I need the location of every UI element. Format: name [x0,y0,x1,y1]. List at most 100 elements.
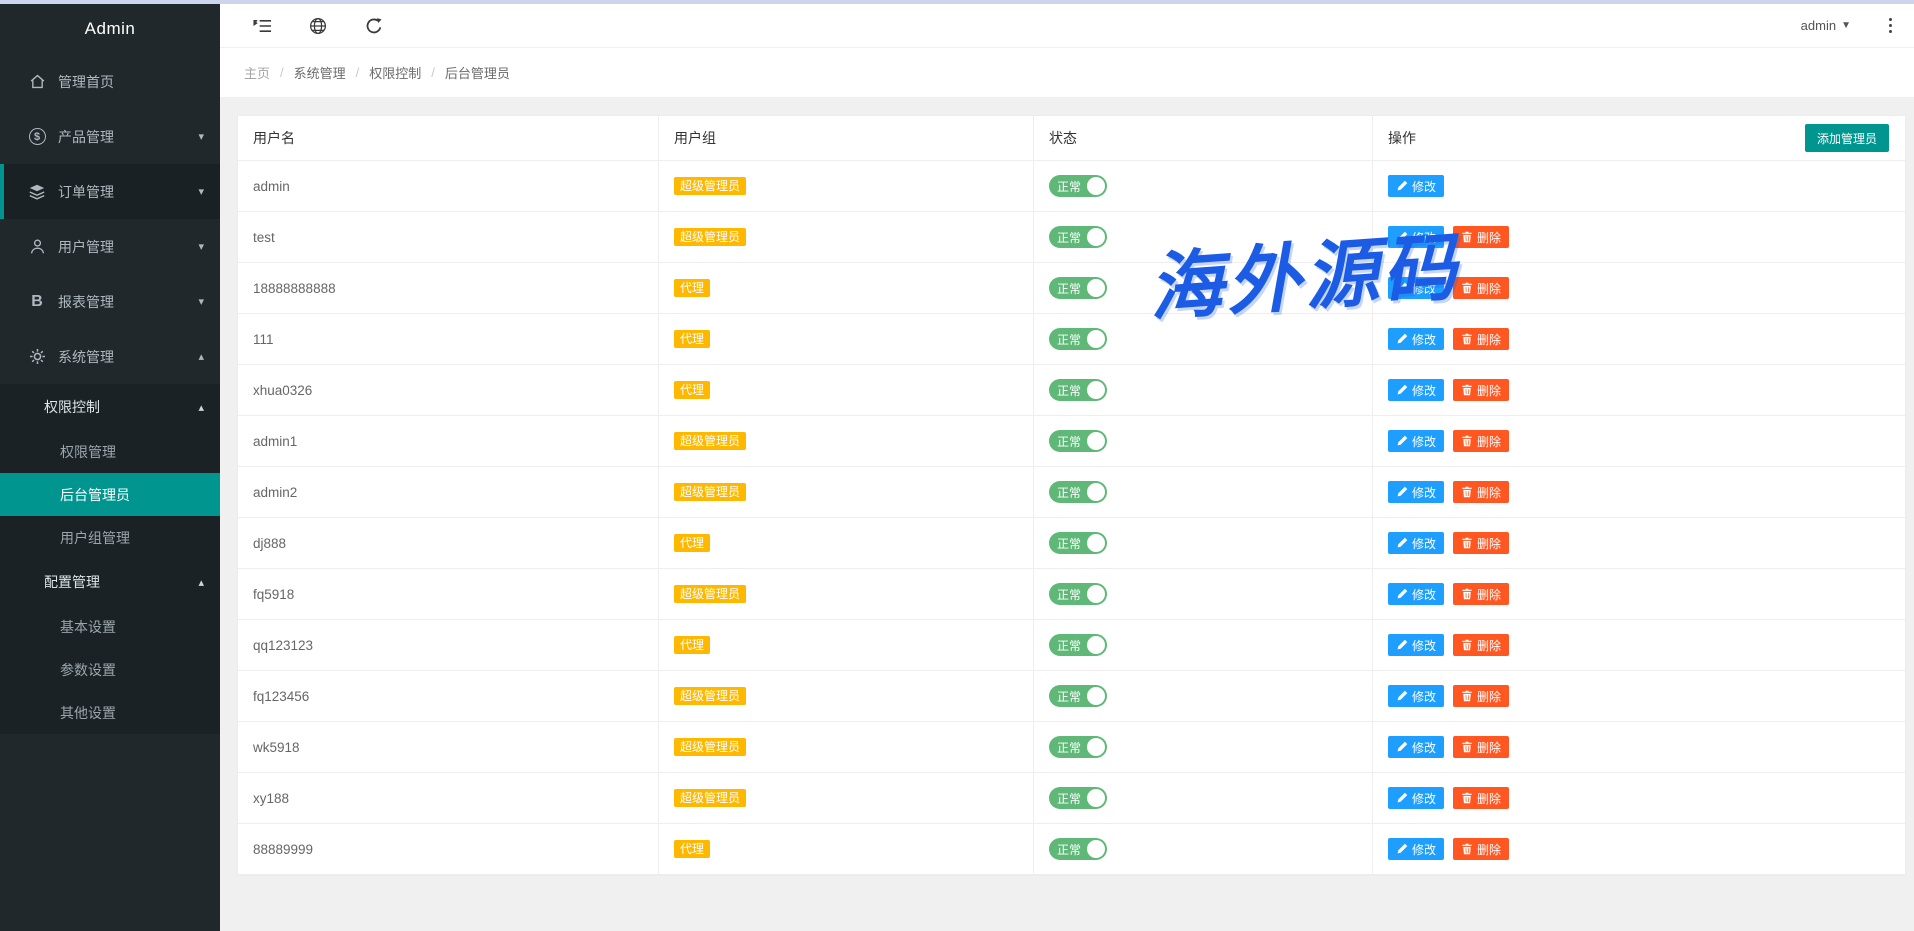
group-badge: 超级管理员 [674,789,746,807]
status-toggle[interactable]: 正常 [1049,685,1107,707]
username-text: 18888888888 [253,281,336,296]
status-toggle[interactable]: 正常 [1049,583,1107,605]
cell-username: 18888888888 [238,263,659,314]
pencil-icon [1396,180,1408,192]
sidebar-item-label: 用户管理 [58,237,198,257]
edit-button[interactable]: 修改 [1388,175,1444,197]
sidebar-item-permission-mgmt[interactable]: 权限管理 [0,430,220,473]
edit-button[interactable]: 修改 [1388,379,1444,401]
edit-button[interactable]: 修改 [1388,430,1444,452]
cell-username: wk5918 [238,722,659,773]
sidebar-item-config-mgmt[interactable]: 配置管理 ▴ [0,559,220,605]
sidebar-item-orders[interactable]: 订单管理 ▾ [0,164,220,219]
sidebar-item-backend-admins[interactable]: 后台管理员 [0,473,220,516]
group-badge: 超级管理员 [674,177,746,195]
delete-button[interactable]: 删除 [1453,277,1509,299]
status-toggle[interactable]: 正常 [1049,175,1107,197]
delete-button[interactable]: 删除 [1453,583,1509,605]
topbar: admin ▼ [220,4,1914,48]
cell-actions: 修改 删除 [1373,773,1905,824]
trash-icon [1461,435,1473,447]
sidebar-item-system[interactable]: 系统管理 ▴ [0,329,220,384]
cell-status: 正常 [1034,773,1373,824]
status-toggle[interactable]: 正常 [1049,838,1107,860]
caret-down-icon: ▾ [198,240,204,253]
cell-username: test [238,212,659,263]
breadcrumb-home[interactable]: 主页 [244,63,270,82]
edit-button[interactable]: 修改 [1388,736,1444,758]
trash-icon [1461,537,1473,549]
table-row: fq5918 超级管理员 正常 修改 删除 [238,569,1905,620]
pencil-icon [1396,843,1408,855]
edit-button[interactable]: 修改 [1388,532,1444,554]
status-toggle[interactable]: 正常 [1049,277,1107,299]
user-icon [27,237,47,257]
add-admin-button[interactable]: 添加管理员 [1805,124,1889,152]
status-toggle[interactable]: 正常 [1049,736,1107,758]
sidebar-item-users[interactable]: 用户管理 ▾ [0,219,220,274]
table-row: fq123456 超级管理员 正常 修改 删除 [238,671,1905,722]
delete-button[interactable]: 删除 [1453,634,1509,656]
collapse-menu-icon[interactable] [252,16,272,36]
breadcrumb-separator: / [431,65,435,80]
delete-button[interactable]: 删除 [1453,328,1509,350]
cell-actions: 修改 删除 [1373,620,1905,671]
sidebar-item-reports[interactable]: B 报表管理 ▾ [0,274,220,329]
status-toggle[interactable]: 正常 [1049,787,1107,809]
sidebar-item-home[interactable]: 管理首页 [0,54,220,109]
edit-button[interactable]: 修改 [1388,685,1444,707]
username-text: dj888 [253,536,286,551]
toggle-knob [1087,177,1105,195]
delete-button[interactable]: 删除 [1453,481,1509,503]
sidebar-item-label: 管理首页 [58,72,204,92]
sidebar-item-param-settings[interactable]: 参数设置 [0,648,220,691]
status-toggle[interactable]: 正常 [1049,328,1107,350]
delete-button[interactable]: 删除 [1453,736,1509,758]
status-toggle[interactable]: 正常 [1049,481,1107,503]
toggle-knob [1087,483,1105,501]
table-row: wk5918 超级管理员 正常 修改 删除 [238,722,1905,773]
breadcrumb-system[interactable]: 系统管理 [294,63,346,82]
delete-button[interactable]: 删除 [1453,838,1509,860]
cell-actions: 修改 删除 [1373,365,1905,416]
edit-button[interactable]: 修改 [1388,787,1444,809]
edit-button[interactable]: 修改 [1388,328,1444,350]
sidebar-item-basic-settings[interactable]: 基本设置 [0,605,220,648]
refresh-icon[interactable] [364,16,384,36]
user-menu[interactable]: admin ▼ [1801,18,1851,33]
breadcrumb-permission[interactable]: 权限控制 [369,63,421,82]
globe-icon[interactable] [308,16,328,36]
status-toggle[interactable]: 正常 [1049,379,1107,401]
edit-button[interactable]: 修改 [1388,583,1444,605]
sidebar-item-permission-ctrl[interactable]: 权限控制 ▴ [0,384,220,430]
username-text: fq5918 [253,587,294,602]
username-text: admin1 [253,434,297,449]
edit-button[interactable]: 修改 [1388,277,1444,299]
table-body: admin 超级管理员 正常 修改 test 超级管理员 正常 [238,161,1905,875]
edit-button[interactable]: 修改 [1388,226,1444,248]
edit-button[interactable]: 修改 [1388,838,1444,860]
status-toggle[interactable]: 正常 [1049,634,1107,656]
status-toggle[interactable]: 正常 [1049,226,1107,248]
status-toggle[interactable]: 正常 [1049,532,1107,554]
breadcrumb-current: 后台管理员 [445,63,510,82]
kebab-menu-icon[interactable] [1885,14,1896,37]
cell-status: 正常 [1034,569,1373,620]
table-row: admin 超级管理员 正常 修改 [238,161,1905,212]
cell-status: 正常 [1034,263,1373,314]
caret-up-icon: ▴ [198,576,204,589]
cell-usergroup: 超级管理员 [659,416,1034,467]
delete-button[interactable]: 删除 [1453,226,1509,248]
delete-button[interactable]: 删除 [1453,379,1509,401]
delete-button[interactable]: 删除 [1453,685,1509,707]
delete-button[interactable]: 删除 [1453,532,1509,554]
edit-button[interactable]: 修改 [1388,634,1444,656]
cell-actions: 修改 删除 [1373,671,1905,722]
delete-button[interactable]: 删除 [1453,787,1509,809]
sidebar-item-products[interactable]: $ 产品管理 ▾ [0,109,220,164]
delete-button[interactable]: 删除 [1453,430,1509,452]
edit-button[interactable]: 修改 [1388,481,1444,503]
sidebar-item-user-groups[interactable]: 用户组管理 [0,516,220,559]
sidebar-item-other-settings[interactable]: 其他设置 [0,691,220,734]
status-toggle[interactable]: 正常 [1049,430,1107,452]
